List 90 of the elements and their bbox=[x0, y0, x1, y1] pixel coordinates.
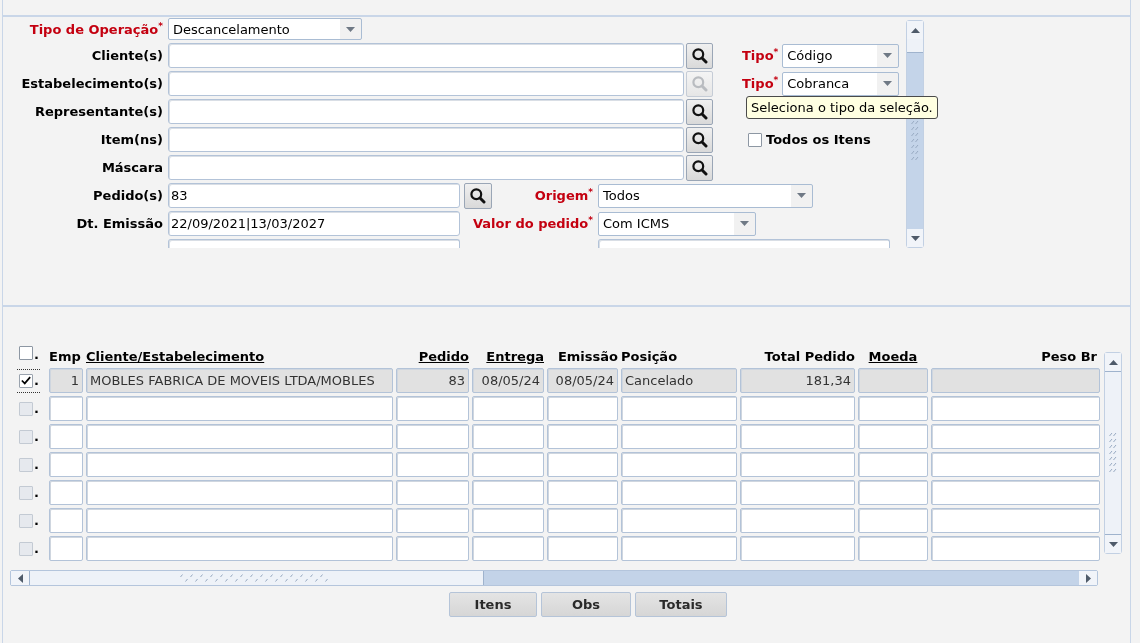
text-field[interactable]: 83 bbox=[168, 183, 460, 208]
checkbox[interactable] bbox=[19, 346, 33, 360]
checkbox[interactable] bbox=[19, 373, 33, 388]
field-label: Tipo de Operação$^{*}$ bbox=[29, 21, 163, 37]
table-cell: 08/05/24 bbox=[472, 368, 544, 393]
checkbox[interactable] bbox=[748, 132, 762, 147]
text-field[interactable] bbox=[168, 155, 684, 180]
table-cell: 1 bbox=[49, 368, 83, 393]
grip-icon bbox=[1109, 432, 1117, 474]
search-icon bbox=[691, 131, 708, 148]
right-arrow-icon bbox=[1085, 573, 1091, 583]
dropdown[interactable]: Com ICMS bbox=[598, 211, 756, 236]
search-icon bbox=[470, 187, 486, 204]
scrollbar-thumb[interactable] bbox=[29, 571, 484, 585]
column-header[interactable]: Moeda bbox=[868, 349, 918, 365]
checkbox-label: . bbox=[34, 373, 39, 388]
text-field[interactable] bbox=[168, 71, 684, 96]
search-button[interactable] bbox=[686, 98, 713, 125]
checkbox-label: . bbox=[34, 401, 39, 416]
table-cell: 08/05/24 bbox=[547, 368, 618, 393]
field-label: Origem$^{*}$ bbox=[534, 188, 593, 203]
search-icon bbox=[691, 75, 708, 92]
search-icon bbox=[691, 47, 708, 64]
checkbox-label: . bbox=[34, 513, 39, 528]
scroll-right-button[interactable] bbox=[1079, 571, 1097, 585]
search-icon bbox=[691, 103, 708, 120]
up-arrow-icon bbox=[910, 27, 920, 33]
column-header: Total Pedido bbox=[764, 349, 855, 365]
field-label: Máscara bbox=[101, 160, 163, 175]
scrollbar-thumb[interactable] bbox=[1105, 371, 1121, 535]
table-cell: 83 bbox=[396, 368, 469, 393]
field-label: Dt. Emissão bbox=[76, 216, 163, 231]
text-field[interactable] bbox=[168, 239, 460, 248]
search-button[interactable] bbox=[464, 182, 492, 209]
dropdown[interactable]: Todos bbox=[598, 183, 813, 208]
checkbox-label: . bbox=[34, 429, 39, 444]
field-label: Estabelecimento(s) bbox=[21, 76, 163, 91]
field-label: Item(ns) bbox=[100, 132, 163, 147]
dropdown-arrow-icon bbox=[883, 81, 893, 86]
table-cell: 181,34 bbox=[740, 368, 855, 393]
field-label: Pedido(s) bbox=[93, 188, 163, 203]
tooltip: Seleciona o tipo da seleção. bbox=[746, 96, 938, 119]
up-arrow-icon bbox=[1108, 359, 1118, 365]
text-field[interactable] bbox=[168, 99, 684, 124]
column-header[interactable]: Pedido bbox=[418, 349, 469, 365]
text-field[interactable]: 22/09/2021|13/03/2027 bbox=[168, 211, 460, 236]
down-arrow-icon bbox=[910, 235, 920, 241]
check-icon bbox=[21, 376, 31, 385]
vertical-scrollbar[interactable] bbox=[1104, 352, 1122, 554]
action-button[interactable]: Itens bbox=[449, 592, 537, 617]
field-label: Representante(s) bbox=[34, 104, 163, 119]
action-button[interactable]: Obs bbox=[541, 592, 631, 617]
down-arrow-icon bbox=[1108, 541, 1118, 547]
grip-icon bbox=[911, 120, 919, 162]
text-field[interactable] bbox=[168, 127, 684, 152]
scroll-left-button[interactable] bbox=[11, 571, 29, 585]
dropdown-arrow-icon bbox=[883, 53, 893, 58]
horizontal-scrollbar[interactable] bbox=[10, 570, 1098, 586]
grip-icon bbox=[180, 574, 328, 582]
checkbox-label: . bbox=[34, 348, 39, 362]
dropdown[interactable]: Código bbox=[782, 43, 900, 68]
search-button[interactable] bbox=[686, 42, 713, 69]
column-header: Emissão bbox=[557, 349, 618, 365]
action-button[interactable]: Totais bbox=[635, 592, 727, 617]
text-field[interactable] bbox=[168, 43, 684, 68]
checkbox-label: . bbox=[34, 485, 39, 500]
search-icon bbox=[691, 159, 708, 176]
field-label: Cliente(s) bbox=[91, 48, 163, 63]
column-header[interactable]: Entrega bbox=[486, 349, 544, 365]
left-arrow-icon bbox=[17, 573, 23, 583]
checkbox-label: . bbox=[34, 457, 39, 472]
checkbox-label: . bbox=[34, 541, 39, 556]
field-label: Tipo$^{*}$ bbox=[742, 76, 779, 91]
column-header: Posição bbox=[621, 349, 678, 365]
checkbox-label: Todos os Itens bbox=[766, 132, 871, 147]
dropdown[interactable]: Cobranca bbox=[782, 71, 900, 96]
column-header[interactable]: Cliente/Estabelecimento bbox=[86, 349, 265, 365]
dropdown[interactable]: Descancelamento bbox=[168, 18, 362, 40]
field-label: Valor do pedido$^{*}$ bbox=[472, 216, 593, 231]
dropdown-arrow-icon bbox=[797, 193, 806, 198]
search-button[interactable] bbox=[686, 126, 713, 153]
search-button[interactable] bbox=[686, 154, 713, 181]
table-cell: Cancelado bbox=[621, 368, 737, 393]
table-cell: MOBLES FABRICA DE MOVEIS LTDA/MOBLES bbox=[86, 368, 393, 393]
column-header: Peso Br bbox=[1041, 349, 1097, 365]
column-header: Emp bbox=[49, 349, 81, 365]
field-label: Tipo$^{*}$ bbox=[742, 48, 779, 63]
dropdown-arrow-icon bbox=[346, 26, 355, 32]
dropdown-arrow-icon bbox=[740, 221, 749, 226]
text-field[interactable] bbox=[598, 239, 890, 248]
